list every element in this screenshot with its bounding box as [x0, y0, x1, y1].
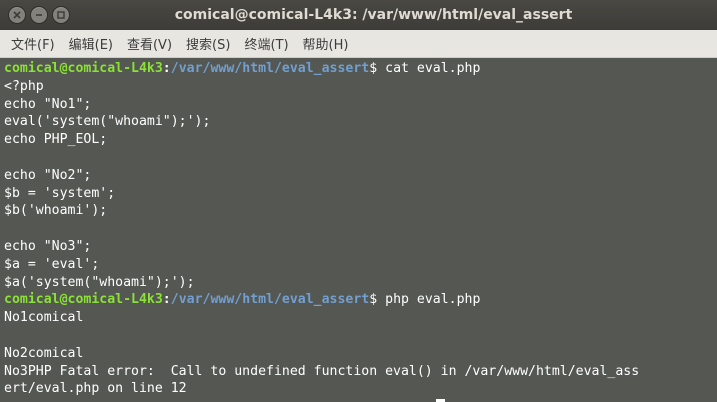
menu-view[interactable]: 查看(V): [120, 34, 179, 53]
output-line: No2comical: [4, 345, 84, 361]
file-line: echo "No3";: [4, 238, 92, 254]
prompt-path: /var/www/html/eval_assert: [170, 61, 370, 76]
file-line: <?php: [4, 78, 44, 94]
output-line: ert/eval.php on line 12: [4, 381, 187, 397]
terminal-window: comical@comical-L4k3: /var/www/html/eval…: [0, 0, 717, 402]
menu-edit[interactable]: 编辑(E): [62, 34, 120, 53]
menu-bar: 文件(F) 编辑(E) 查看(V) 搜索(S) 终端(T) 帮助(H): [0, 30, 717, 58]
file-line: [4, 149, 717, 167]
menu-terminal[interactable]: 终端(T): [237, 34, 295, 53]
window-title: comical@comical-L4k3: /var/www/html/eval…: [174, 7, 573, 23]
file-line: echo "No2";: [4, 167, 92, 183]
file-line: [4, 220, 717, 238]
prompt-separator: :: [162, 292, 171, 308]
prompt-line: comical@comical-L4k3:/var/www/html/eval_…: [4, 291, 717, 309]
file-line: echo "No1";: [4, 96, 92, 112]
prompt-line: comical@comical-L4k3:/var/www/html/eval_…: [4, 60, 717, 78]
file-line: $a('system("whoami");');: [4, 274, 195, 290]
prompt-user: comical@comical-L4k3: [4, 292, 163, 308]
output-line: No1comical: [4, 310, 84, 326]
prompt-symbol: $: [369, 292, 378, 308]
terminal-output[interactable]: comical@comical-L4k3:/var/www/html/eval_…: [0, 58, 717, 402]
file-line: $b = 'system';: [4, 185, 116, 201]
menu-search[interactable]: 搜索(S): [179, 34, 237, 53]
file-line: eval('system("whoami");');: [4, 114, 211, 130]
prompt-path: /var/www/html/eval_assert: [170, 292, 370, 308]
prompt-separator: :: [162, 61, 171, 76]
menu-help[interactable]: 帮助(H): [296, 34, 356, 53]
file-line: echo PHP_EOL;: [4, 132, 108, 148]
prompt-user: comical@comical-L4k3: [4, 61, 163, 76]
output-line: No3PHP Fatal error: Call to undefined fu…: [4, 363, 640, 379]
menu-file[interactable]: 文件(F): [4, 34, 62, 53]
file-line: $a = 'eval';: [4, 256, 100, 272]
prompt-command: php eval.php: [377, 292, 481, 308]
prompt-command: cat eval.php: [377, 61, 481, 76]
prompt-symbol: $: [369, 61, 378, 76]
title-bar[interactable]: comical@comical-L4k3: /var/www/html/eval…: [0, 0, 717, 30]
file-line: $b('whoami');: [4, 203, 108, 219]
